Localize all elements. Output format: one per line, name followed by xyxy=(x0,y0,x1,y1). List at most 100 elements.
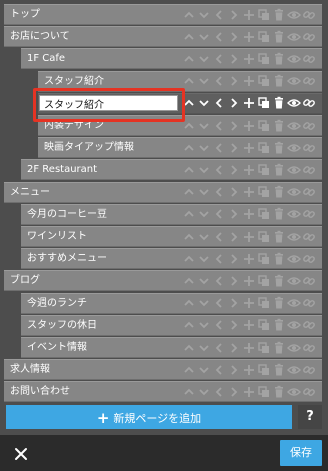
eye-icon[interactable] xyxy=(286,227,301,246)
chevron-down-icon[interactable] xyxy=(196,183,211,202)
eye-icon[interactable] xyxy=(286,360,301,379)
link-icon[interactable] xyxy=(301,72,316,91)
chevron-right-icon[interactable] xyxy=(226,271,241,290)
link-icon[interactable] xyxy=(301,360,316,379)
copy-icon[interactable] xyxy=(256,249,271,268)
plus-icon[interactable] xyxy=(241,338,256,357)
tree-row[interactable]: イベント情報 xyxy=(21,337,322,358)
chevron-up-icon[interactable] xyxy=(181,160,196,179)
plus-icon[interactable] xyxy=(241,205,256,224)
copy-icon[interactable] xyxy=(256,116,271,135)
chevron-down-icon[interactable] xyxy=(196,116,211,135)
chevron-up-icon[interactable] xyxy=(181,205,196,224)
trash-icon[interactable] xyxy=(271,138,286,157)
chevron-down-icon[interactable] xyxy=(196,360,211,379)
copy-icon[interactable] xyxy=(256,227,271,246)
copy-icon[interactable] xyxy=(256,72,271,91)
tree-row[interactable]: 映画タイアップ情報 xyxy=(38,137,322,159)
chevron-right-icon[interactable] xyxy=(226,183,241,202)
eye-icon[interactable] xyxy=(286,338,301,357)
plus-icon[interactable] xyxy=(241,27,256,46)
chevron-right-icon[interactable] xyxy=(226,360,241,379)
chevron-down-icon[interactable] xyxy=(196,382,211,401)
chevron-down-icon[interactable] xyxy=(196,294,211,313)
chevron-left-icon[interactable] xyxy=(211,249,226,268)
copy-icon[interactable] xyxy=(256,338,271,357)
tree-row[interactable]: スタッフ紹介 xyxy=(38,70,322,92)
chevron-up-icon[interactable] xyxy=(181,27,196,46)
link-icon[interactable] xyxy=(301,138,316,157)
chevron-right-icon[interactable] xyxy=(226,205,241,224)
tree-row[interactable]: トップ xyxy=(4,4,322,25)
trash-icon[interactable] xyxy=(271,316,286,335)
link-icon[interactable] xyxy=(301,249,316,268)
link-icon[interactable] xyxy=(301,94,316,113)
chevron-down-icon[interactable] xyxy=(196,249,211,268)
chevron-down-icon[interactable] xyxy=(196,160,211,179)
chevron-down-icon[interactable] xyxy=(196,94,211,113)
eye-icon[interactable] xyxy=(286,183,301,202)
plus-icon[interactable] xyxy=(241,5,256,24)
eye-icon[interactable] xyxy=(286,5,301,24)
chevron-down-icon[interactable] xyxy=(196,138,211,157)
copy-icon[interactable] xyxy=(256,382,271,401)
link-icon[interactable] xyxy=(301,49,316,68)
trash-icon[interactable] xyxy=(271,249,286,268)
plus-icon[interactable] xyxy=(241,183,256,202)
eye-icon[interactable] xyxy=(286,94,301,113)
eye-icon[interactable] xyxy=(286,138,301,157)
link-icon[interactable] xyxy=(301,5,316,24)
plus-icon[interactable] xyxy=(241,271,256,290)
tree-row[interactable]: 2F Restaurant xyxy=(21,159,322,181)
tree-row[interactable]: 今月のコーヒー豆 xyxy=(21,203,322,225)
tree-row[interactable]: スタッフの休日 xyxy=(21,314,322,336)
chevron-down-icon[interactable] xyxy=(196,5,211,24)
link-icon[interactable] xyxy=(301,183,316,202)
trash-icon[interactable] xyxy=(271,338,286,357)
tree-row[interactable]: お問い合わせ xyxy=(4,381,322,403)
chevron-left-icon[interactable] xyxy=(211,316,226,335)
chevron-left-icon[interactable] xyxy=(211,116,226,135)
chevron-left-icon[interactable] xyxy=(211,183,226,202)
eye-icon[interactable] xyxy=(286,49,301,68)
chevron-up-icon[interactable] xyxy=(181,338,196,357)
tree-row[interactable]: ブログ xyxy=(4,270,322,292)
chevron-down-icon[interactable] xyxy=(196,316,211,335)
chevron-right-icon[interactable] xyxy=(226,249,241,268)
eye-icon[interactable] xyxy=(286,72,301,91)
plus-icon[interactable] xyxy=(241,138,256,157)
add-page-button[interactable]: + 新規ページを追加 xyxy=(6,405,292,429)
plus-icon[interactable] xyxy=(241,49,256,68)
chevron-left-icon[interactable] xyxy=(211,271,226,290)
chevron-up-icon[interactable] xyxy=(181,271,196,290)
chevron-up-icon[interactable] xyxy=(181,183,196,202)
chevron-up-icon[interactable] xyxy=(181,360,196,379)
plus-icon[interactable] xyxy=(241,94,256,113)
chevron-left-icon[interactable] xyxy=(211,360,226,379)
chevron-down-icon[interactable] xyxy=(196,271,211,290)
chevron-down-icon[interactable] xyxy=(196,72,211,91)
chevron-up-icon[interactable] xyxy=(181,227,196,246)
chevron-right-icon[interactable] xyxy=(226,5,241,24)
copy-icon[interactable] xyxy=(256,160,271,179)
chevron-up-icon[interactable] xyxy=(181,249,196,268)
plus-icon[interactable] xyxy=(241,294,256,313)
link-icon[interactable] xyxy=(301,382,316,401)
link-icon[interactable] xyxy=(301,271,316,290)
plus-icon[interactable] xyxy=(241,116,256,135)
copy-icon[interactable] xyxy=(256,94,271,113)
plus-icon[interactable] xyxy=(241,72,256,91)
chevron-left-icon[interactable] xyxy=(211,72,226,91)
tree-row[interactable]: 内装デザイン xyxy=(38,115,322,136)
trash-icon[interactable] xyxy=(271,294,286,313)
link-icon[interactable] xyxy=(301,316,316,335)
link-icon[interactable] xyxy=(301,294,316,313)
eye-icon[interactable] xyxy=(286,116,301,135)
trash-icon[interactable] xyxy=(271,94,286,113)
chevron-up-icon[interactable] xyxy=(181,5,196,24)
chevron-left-icon[interactable] xyxy=(211,5,226,24)
chevron-up-icon[interactable] xyxy=(181,316,196,335)
link-icon[interactable] xyxy=(301,116,316,135)
chevron-left-icon[interactable] xyxy=(211,138,226,157)
plus-icon[interactable] xyxy=(241,360,256,379)
